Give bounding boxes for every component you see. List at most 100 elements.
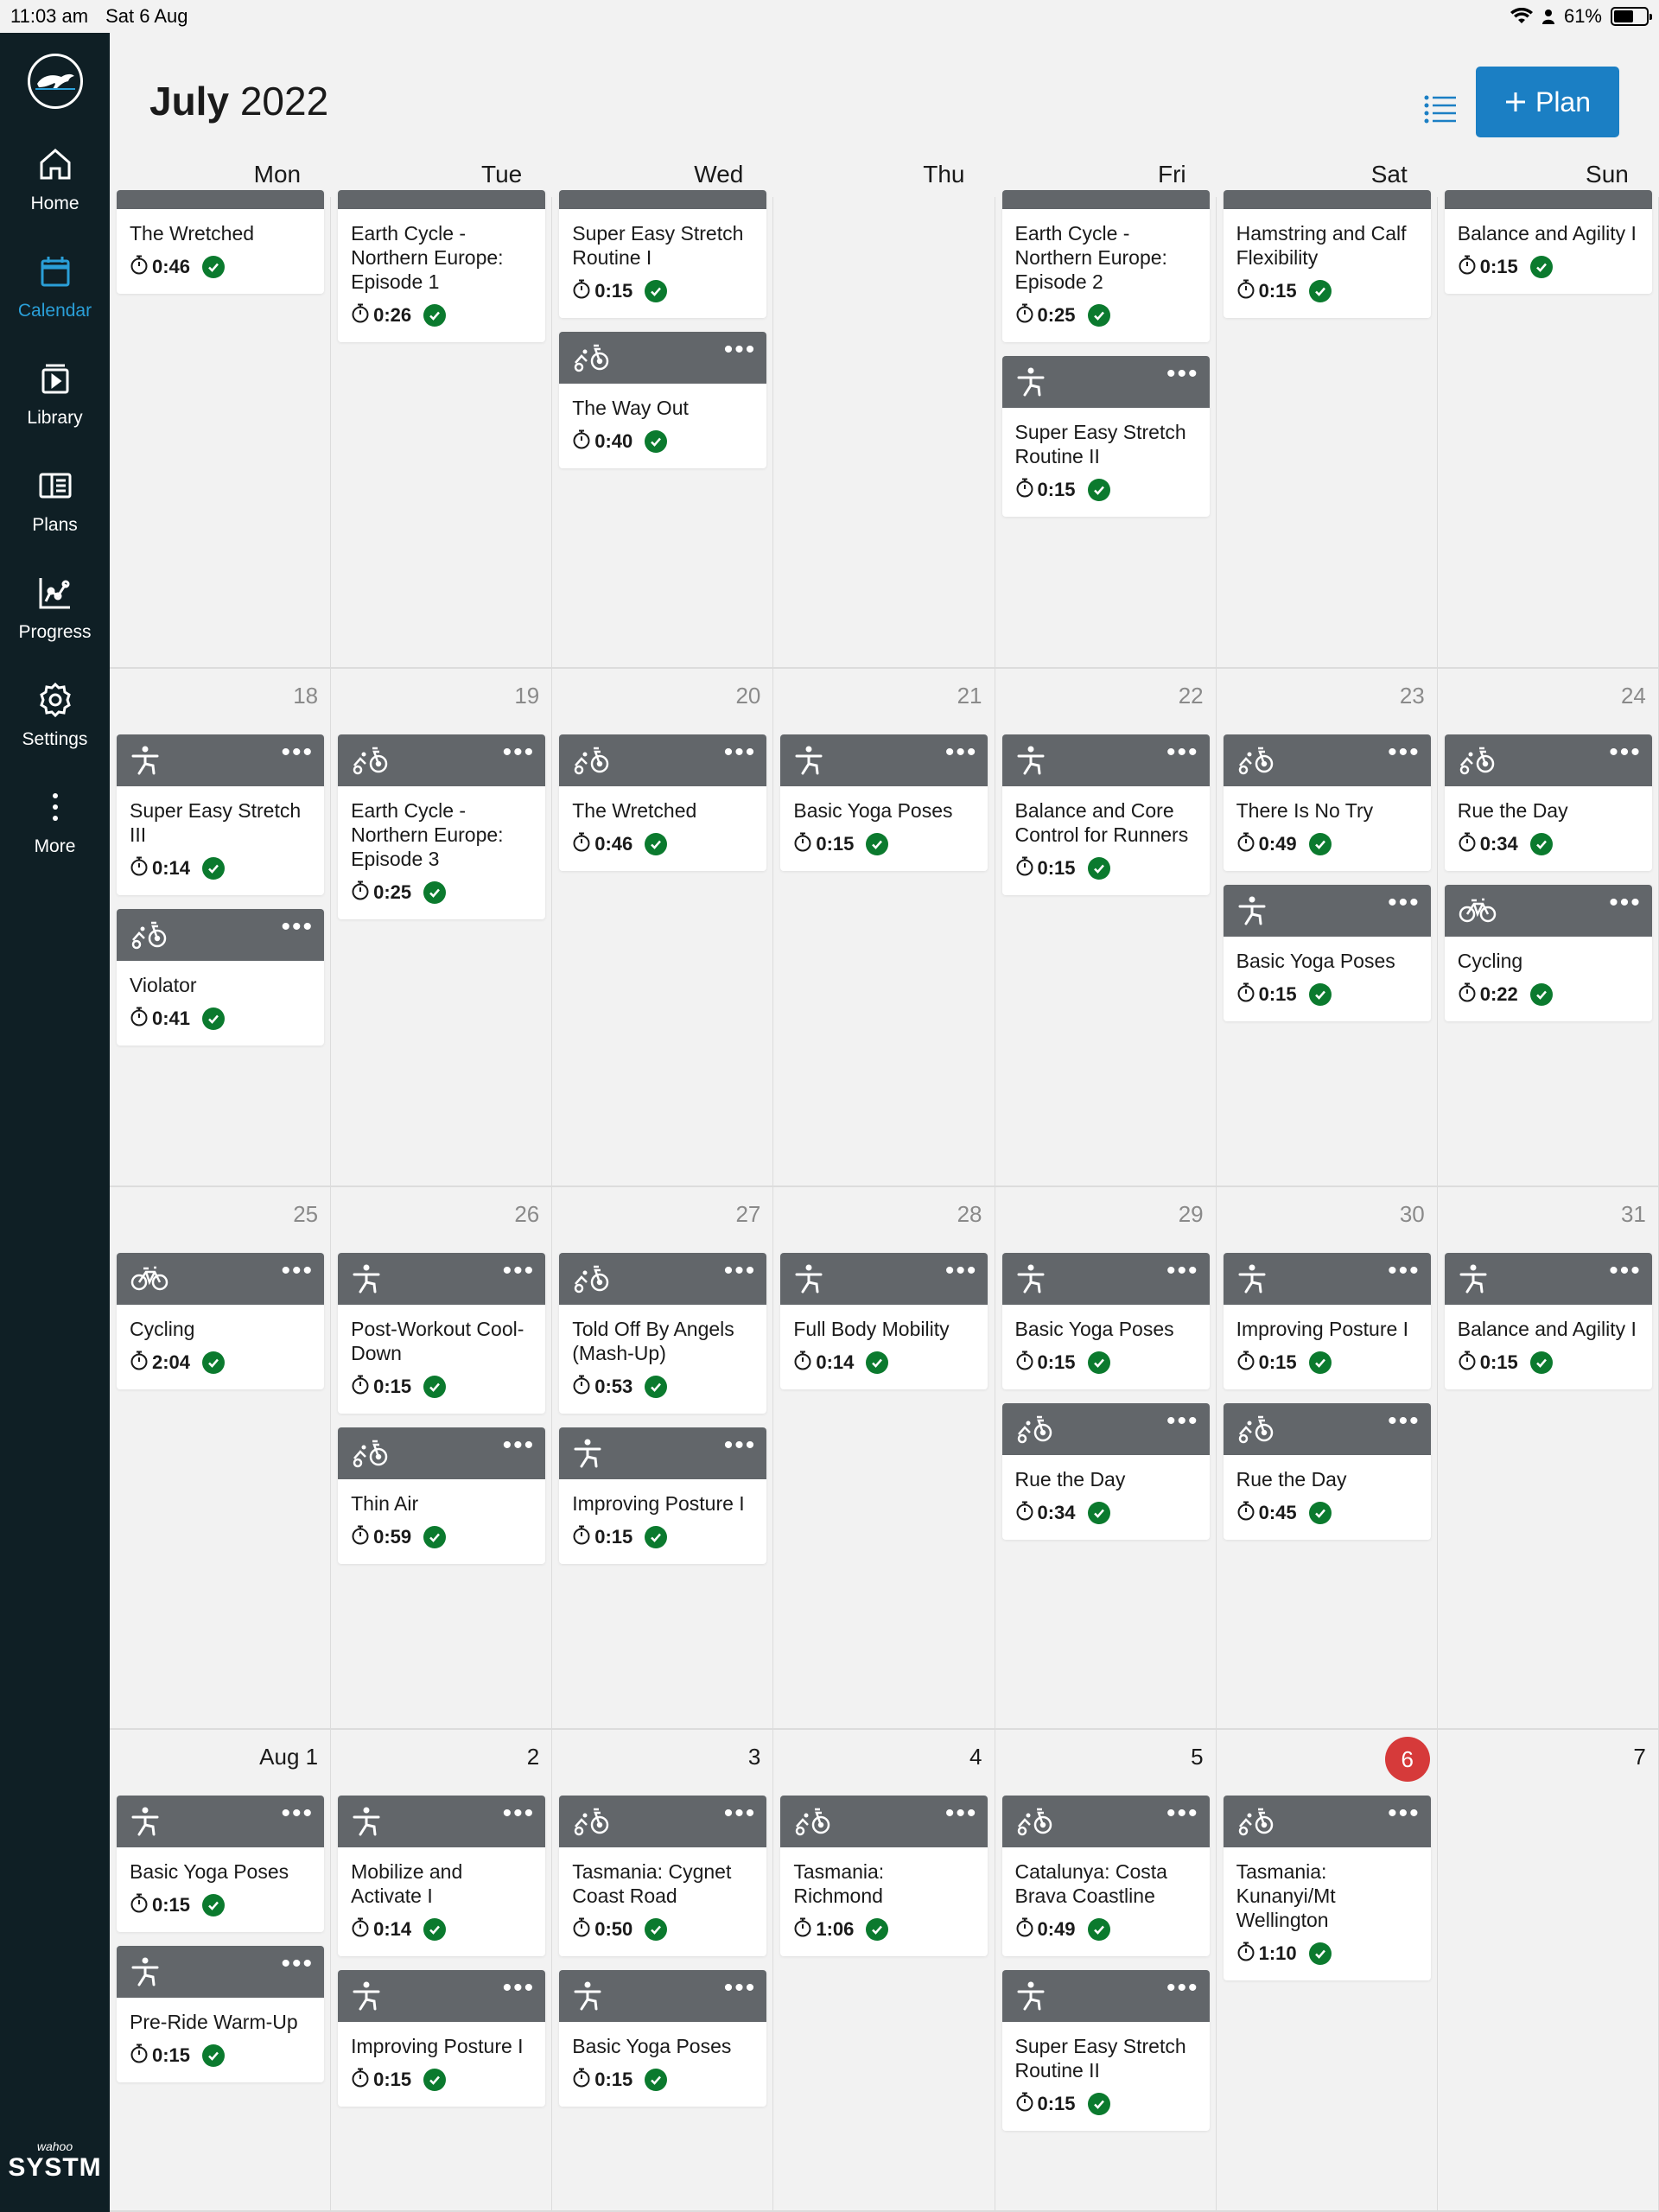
- more-options-icon[interactable]: •••: [503, 1801, 536, 1827]
- workout-card[interactable]: Super Easy Stretch Routine I 0:15: [559, 190, 767, 318]
- calendar-day-cell[interactable]: Earth Cycle - Northern Europe: Episode 1…: [331, 190, 553, 667]
- calendar-day-cell[interactable]: 4 ••• Tasmania: Richmond 1:06: [773, 1730, 995, 2210]
- workout-card[interactable]: ••• Tasmania: Kunanyi/Mt Wellington 1:10: [1223, 1796, 1431, 1980]
- sidebar-item-settings[interactable]: Settings: [0, 662, 110, 769]
- workout-card[interactable]: ••• Basic Yoga Poses 0:15: [1223, 885, 1431, 1021]
- workout-card[interactable]: ••• Pre-Ride Warm-Up 0:15: [117, 1946, 324, 2082]
- calendar-day-cell[interactable]: Hamstring and Calf Flexibility 0:15: [1217, 190, 1438, 667]
- workout-card[interactable]: ••• Super Easy Stretch III 0:14: [117, 734, 324, 895]
- calendar-day-cell[interactable]: [773, 197, 995, 667]
- workout-card[interactable]: ••• Catalunya: Costa Brava Coastline 0:49: [1001, 1796, 1210, 1956]
- calendar-day-cell[interactable]: 25 ••• Cycling 2:04: [110, 1187, 332, 1728]
- workout-card[interactable]: ••• Rue the Day 0:45: [1223, 1403, 1431, 1540]
- more-options-icon[interactable]: •••: [724, 1258, 757, 1284]
- workout-card[interactable]: ••• Basic Yoga Poses 0:15: [1001, 1253, 1210, 1389]
- workout-card[interactable]: ••• Post-Workout Cool-Down 0:15: [338, 1253, 546, 1414]
- workout-card[interactable]: ••• Basic Yoga Poses 0:15: [117, 1796, 324, 1932]
- calendar-day-cell[interactable]: 2 ••• Mobilize and Activate I 0:14 ••• Improv…: [331, 1730, 553, 2210]
- workout-card[interactable]: Hamstring and Calf Flexibility 0:15: [1223, 190, 1431, 318]
- more-options-icon[interactable]: •••: [945, 740, 978, 766]
- more-options-icon[interactable]: •••: [1609, 890, 1642, 916]
- calendar-day-cell[interactable]: 29 ••• Basic Yoga Poses 0:15 ••• Rue the Day 0…: [995, 1187, 1217, 1728]
- workout-card[interactable]: ••• Cycling 0:22: [1444, 885, 1652, 1021]
- calendar-day-cell[interactable]: 28 ••• Full Body Mobility 0:14: [773, 1187, 995, 1728]
- workout-card[interactable]: Earth Cycle - Northern Europe: Episode 2…: [1001, 190, 1210, 342]
- workout-card[interactable]: ••• Tasmania: Richmond 1:06: [780, 1796, 988, 1956]
- more-options-icon[interactable]: •••: [724, 337, 757, 363]
- plan-button[interactable]: Plan: [1476, 67, 1619, 137]
- more-options-icon[interactable]: •••: [281, 1801, 314, 1827]
- more-options-icon[interactable]: •••: [503, 1975, 536, 2001]
- workout-card[interactable]: ••• Rue the Day 0:34: [1444, 734, 1652, 871]
- more-options-icon[interactable]: •••: [281, 914, 314, 940]
- more-options-icon[interactable]: •••: [1388, 1408, 1421, 1434]
- calendar-day-cell[interactable]: 27 ••• Told Off By Angels (Mash-Up) 0:53 •••…: [552, 1187, 774, 1728]
- workout-card[interactable]: ••• Basic Yoga Poses 0:15: [780, 734, 988, 871]
- more-options-icon[interactable]: •••: [1388, 740, 1421, 766]
- workout-card[interactable]: ••• Tasmania: Cygnet Coast Road 0:50: [559, 1796, 767, 1956]
- more-options-icon[interactable]: •••: [1388, 1258, 1421, 1284]
- workout-card[interactable]: ••• Basic Yoga Poses 0:15: [559, 1970, 767, 2107]
- workout-card[interactable]: The Wretched 0:46: [117, 190, 324, 294]
- more-options-icon[interactable]: •••: [281, 1258, 314, 1284]
- calendar-day-cell[interactable]: The Wretched 0:46: [110, 190, 332, 667]
- more-options-icon[interactable]: •••: [1388, 890, 1421, 916]
- more-options-icon[interactable]: •••: [1166, 740, 1199, 766]
- workout-card[interactable]: ••• Improving Posture I 0:15: [1223, 1253, 1431, 1389]
- more-options-icon[interactable]: •••: [1166, 1801, 1199, 1827]
- workout-card[interactable]: ••• Cycling 2:04: [117, 1253, 324, 1389]
- more-options-icon[interactable]: •••: [724, 740, 757, 766]
- workout-card[interactable]: ••• Rue the Day 0:34: [1001, 1403, 1210, 1540]
- sidebar-item-home[interactable]: Home: [0, 126, 110, 233]
- more-options-icon[interactable]: •••: [945, 1258, 978, 1284]
- calendar-day-cell[interactable]: Balance and Agility I 0:15: [1438, 190, 1659, 667]
- more-options-icon[interactable]: •••: [1166, 1258, 1199, 1284]
- sidebar-item-plans[interactable]: Plans: [0, 448, 110, 555]
- workout-card[interactable]: ••• Super Easy Stretch Routine II 0:15: [1001, 1970, 1210, 2131]
- more-options-icon[interactable]: •••: [281, 740, 314, 766]
- more-options-icon[interactable]: •••: [945, 1801, 978, 1827]
- workout-card[interactable]: ••• Full Body Mobility 0:14: [780, 1253, 988, 1389]
- calendar-day-cell[interactable]: 3 ••• Tasmania: Cygnet Coast Road 0:50 ••• Ba…: [552, 1730, 774, 2210]
- calendar-day-cell[interactable]: 20 ••• The Wretched 0:46: [552, 669, 774, 1185]
- more-options-icon[interactable]: •••: [724, 1433, 757, 1459]
- calendar-day-cell[interactable]: 24 ••• Rue the Day 0:34 ••• Cycling 0:22: [1438, 669, 1659, 1185]
- more-options-icon[interactable]: •••: [1388, 1801, 1421, 1827]
- list-view-button[interactable]: [1414, 83, 1466, 135]
- calendar-day-cell[interactable]: 5 ••• Catalunya: Costa Brava Coastline 0:49…: [995, 1730, 1217, 2210]
- calendar-day-cell[interactable]: 6 ••• Tasmania: Kunanyi/Mt Wellington 1:10: [1217, 1730, 1438, 2210]
- workout-card[interactable]: Earth Cycle - Northern Europe: Episode 1…: [338, 190, 546, 342]
- workout-card[interactable]: Balance and Agility I 0:15: [1444, 190, 1652, 294]
- more-options-icon[interactable]: •••: [503, 740, 536, 766]
- calendar-day-cell[interactable]: Earth Cycle - Northern Europe: Episode 2…: [995, 190, 1217, 667]
- workout-card[interactable]: ••• Told Off By Angels (Mash-Up) 0:53: [559, 1253, 767, 1414]
- workout-card[interactable]: ••• Improving Posture I 0:15: [338, 1970, 546, 2107]
- more-options-icon[interactable]: •••: [1166, 1975, 1199, 2001]
- sidebar-item-more[interactable]: More: [0, 769, 110, 876]
- calendar-day-cell[interactable]: 21 ••• Basic Yoga Poses 0:15: [773, 669, 995, 1185]
- calendar-day-cell[interactable]: 7: [1438, 1730, 1659, 2210]
- calendar-day-cell[interactable]: Aug 1 ••• Basic Yoga Poses 0:15 ••• Pre-Ride …: [110, 1730, 332, 2210]
- workout-card[interactable]: ••• Earth Cycle - Northern Europe: Episod…: [338, 734, 546, 919]
- calendar-day-cell[interactable]: 31 ••• Balance and Agility I 0:15: [1438, 1187, 1659, 1728]
- more-options-icon[interactable]: •••: [724, 1975, 757, 2001]
- calendar-day-cell[interactable]: 26 ••• Post-Workout Cool-Down 0:15 ••• Thin A…: [331, 1187, 553, 1728]
- calendar-day-cell[interactable]: 22 ••• Balance and Core Control for Runner…: [995, 669, 1217, 1185]
- workout-card[interactable]: ••• The Wretched 0:46: [559, 734, 767, 871]
- more-options-icon[interactable]: •••: [1166, 1408, 1199, 1434]
- calendar-day-cell[interactable]: 23 ••• There Is No Try 0:49 ••• Basic Yoga Po…: [1217, 669, 1438, 1185]
- workout-card[interactable]: ••• Super Easy Stretch Routine II 0:15: [1001, 356, 1210, 517]
- calendar-day-cell[interactable]: 30 ••• Improving Posture I 0:15 ••• Rue the D…: [1217, 1187, 1438, 1728]
- more-options-icon[interactable]: •••: [281, 1951, 314, 1977]
- workout-card[interactable]: ••• Balance and Core Control for Runners 0…: [1001, 734, 1210, 895]
- workout-card[interactable]: ••• The Way Out 0:40: [559, 332, 767, 468]
- app-logo[interactable]: [27, 54, 83, 109]
- workout-card[interactable]: ••• Violator 0:41: [117, 909, 324, 1046]
- workout-card[interactable]: ••• Mobilize and Activate I 0:14: [338, 1796, 546, 1956]
- workout-card[interactable]: ••• Balance and Agility I 0:15: [1444, 1253, 1652, 1389]
- sidebar-item-progress[interactable]: Progress: [0, 555, 110, 662]
- more-options-icon[interactable]: •••: [1609, 740, 1642, 766]
- workout-card[interactable]: ••• Thin Air 0:59: [338, 1427, 546, 1564]
- more-options-icon[interactable]: •••: [503, 1258, 536, 1284]
- calendar-day-cell[interactable]: 18 ••• Super Easy Stretch III 0:14 ••• Violat…: [110, 669, 332, 1185]
